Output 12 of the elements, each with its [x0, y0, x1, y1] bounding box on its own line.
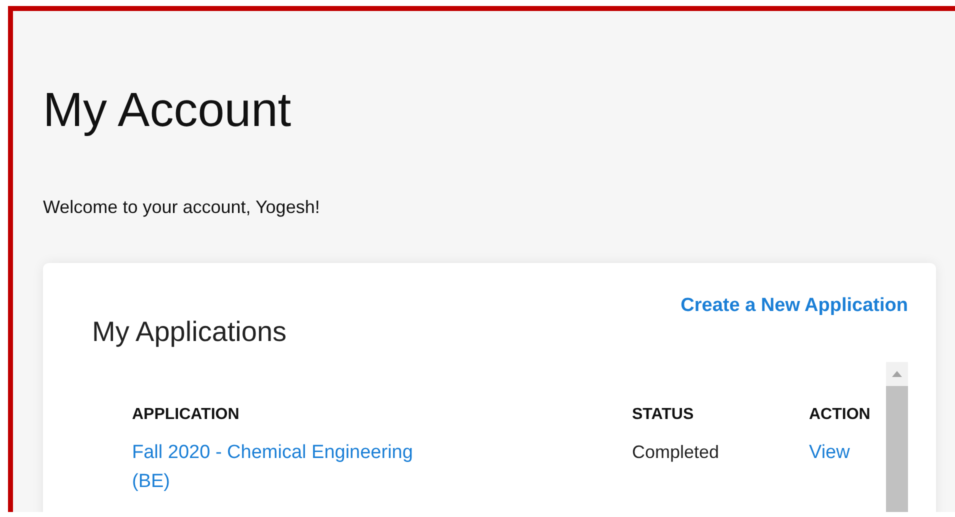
welcome-text: Welcome to your account, Yogesh! — [43, 197, 321, 218]
create-application-link[interactable]: Create a New Application — [680, 295, 908, 317]
status-column-header: STATUS — [632, 406, 694, 423]
scrollbar[interactable] — [886, 362, 908, 512]
status-text: Completed — [632, 442, 720, 462]
application-column-header: APPLICATION — [132, 406, 240, 423]
action-column-header: ACTION — [809, 406, 870, 423]
application-link[interactable]: Fall 2020 - Chemical Engineering (BE) — [132, 438, 442, 496]
scroll-up-icon[interactable] — [892, 371, 902, 377]
section-title: My Applications — [92, 316, 287, 348]
page-title: My Account — [43, 83, 292, 139]
view-link[interactable]: View — [809, 442, 850, 463]
